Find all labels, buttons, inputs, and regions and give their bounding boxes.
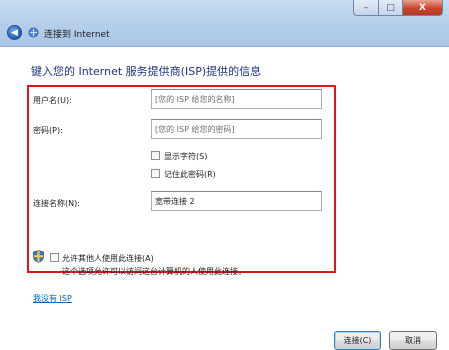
connection-name-field[interactable]: 宽带连接 2 [151, 191, 322, 211]
back-arrow-icon[interactable]: ◀ [7, 25, 22, 40]
page-heading: 键入您的 Internet 服务提供商(ISP)提供的信息 [31, 65, 262, 78]
close-button[interactable]: X [403, 0, 443, 16]
connect-button[interactable]: 连接(C) [334, 331, 381, 350]
window-controls: – □ X [353, 0, 443, 17]
wizard-content: 键入您的 Internet 服务提供商(ISP)提供的信息 用户名(U): [您… [0, 47, 449, 350]
minimize-button[interactable]: – [353, 0, 379, 16]
no-isp-link[interactable]: 我没有 ISP [33, 293, 72, 304]
password-label: 密码(P): [33, 126, 63, 135]
show-chars-checkbox[interactable] [151, 151, 160, 160]
allow-others-label: 允许其他人使用此连接(A) [62, 254, 154, 263]
maximize-button[interactable]: □ [379, 0, 403, 16]
allow-others-checkbox[interactable] [50, 253, 59, 262]
remember-password-checkbox[interactable] [151, 169, 160, 178]
wizard-window: – □ X ◀ 连接到 Internet 键入您的 Internet 服务提供商… [0, 0, 449, 350]
wizard-title: 连接到 Internet [44, 30, 110, 40]
password-field[interactable]: [您的 ISP 给您的密码] [151, 119, 322, 139]
uac-shield-icon [33, 250, 44, 263]
show-chars-label: 显示字符(S) [164, 152, 208, 161]
username-label: 用户名(U): [33, 96, 72, 105]
connection-name-label: 连接名称(N): [33, 199, 80, 208]
remember-password-label: 记住此密码(R) [164, 170, 216, 179]
cancel-button[interactable]: 取消 [389, 331, 437, 350]
allow-others-note: 这个选项允许可以访问这台计算机的人使用此连接。 [62, 267, 246, 276]
network-icon [28, 27, 39, 38]
username-field[interactable]: [您的 ISP 给您的名称] [151, 89, 322, 109]
title-bar: – □ X ◀ 连接到 Internet [0, 0, 449, 47]
